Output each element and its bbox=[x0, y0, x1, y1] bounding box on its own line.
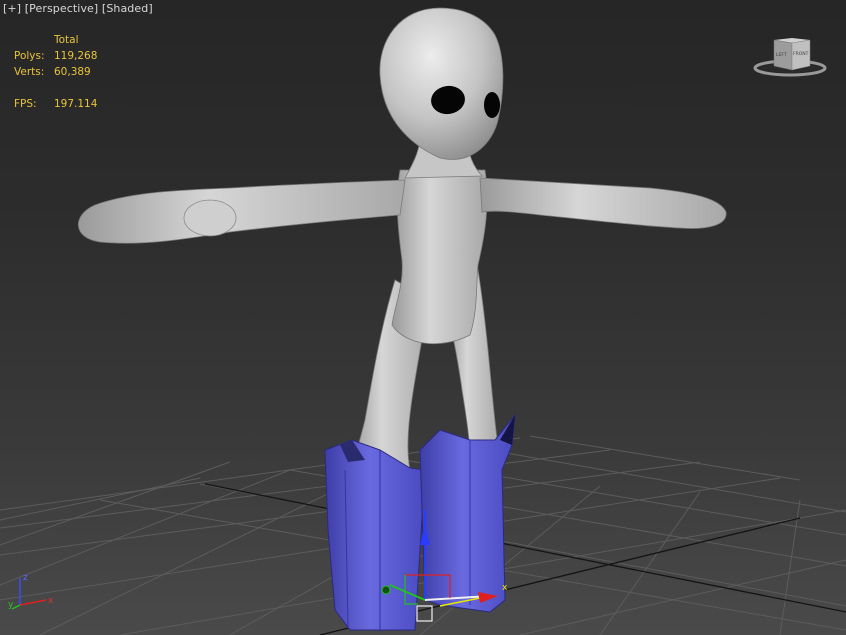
polys-label: Polys: bbox=[14, 50, 45, 62]
stats-verts-row: Verts: 60,389 bbox=[14, 64, 97, 80]
right-arm[interactable] bbox=[479, 177, 727, 229]
stats-header: Total bbox=[54, 34, 79, 46]
left-arm[interactable] bbox=[78, 179, 406, 244]
fps-value: 197.114 bbox=[54, 98, 98, 110]
tripod-y-label: y bbox=[8, 600, 14, 610]
right-boot[interactable] bbox=[419, 413, 516, 613]
tripod-x-axis bbox=[19, 599, 47, 606]
viewcube-left-label: LEFT bbox=[776, 52, 787, 58]
scene-statistics: Total Polys: 119,268 Verts: 60,389 FPS: … bbox=[14, 32, 97, 112]
character-model[interactable] bbox=[78, 7, 727, 632]
gizmo-x-label: x bbox=[502, 583, 508, 593]
left-hand-thumb bbox=[183, 199, 237, 237]
polys-value: 119,268 bbox=[54, 50, 98, 62]
tripod-x-label: x bbox=[48, 596, 54, 606]
perspective-viewport[interactable]: x [+] [Perspective] [Shaded] Total Polys… bbox=[0, 0, 846, 635]
right-eye bbox=[484, 92, 500, 118]
viewcube-front-label: FRONT bbox=[793, 51, 809, 57]
scene-canvas[interactable]: x bbox=[0, 0, 846, 635]
shading-mode-button[interactable]: [Shaded] bbox=[102, 2, 153, 15]
torso[interactable] bbox=[391, 169, 488, 345]
head[interactable] bbox=[379, 7, 504, 160]
axis-tripod: z x y bbox=[8, 573, 54, 610]
view-mode-button[interactable]: [Perspective] bbox=[25, 2, 99, 15]
stats-polys-row: Polys: 119,268 bbox=[14, 48, 97, 64]
tripod-z-label: z bbox=[23, 573, 28, 583]
stats-fps-row: FPS: 197.114 bbox=[14, 96, 97, 112]
gizmo-y-handle[interactable] bbox=[381, 585, 391, 595]
viewcube[interactable]: LEFT FRONT bbox=[752, 36, 828, 78]
fps-label: FPS: bbox=[14, 98, 37, 110]
verts-label: Verts: bbox=[14, 66, 45, 78]
viewport-menu-button[interactable]: [+] bbox=[3, 2, 21, 15]
verts-value: 60,389 bbox=[54, 66, 91, 78]
left-boot[interactable] bbox=[324, 439, 426, 632]
viewport-label: [+] [Perspective] [Shaded] bbox=[3, 2, 153, 15]
